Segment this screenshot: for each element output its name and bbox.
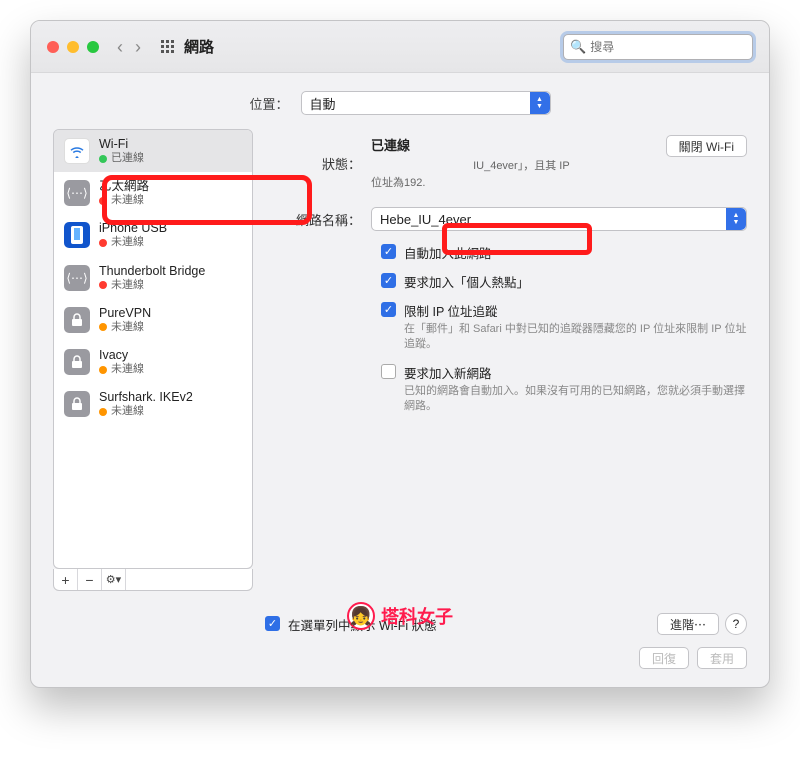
forward-button[interactable]: › xyxy=(135,38,141,56)
status-dot-icon xyxy=(99,281,107,289)
window-title: 網路 xyxy=(184,36,563,57)
lock-icon xyxy=(64,349,90,375)
service-name: 乙太網路 xyxy=(99,179,149,194)
network-name-select[interactable]: Hebe_IU_4ever ▲▼ xyxy=(371,207,747,231)
sidebar-item-purevpn[interactable]: PureVPN 未連線 xyxy=(54,299,252,341)
ask-new-desc: 已知的網路會自動加入。如果沒有可用的已知網路，您就必須手動選擇網路。 xyxy=(404,384,747,415)
limit-ip-label: 限制 IP 位址追蹤 xyxy=(404,301,747,320)
ask-new-checkbox[interactable] xyxy=(381,364,396,379)
zoom-window-button[interactable] xyxy=(87,41,99,53)
sidebar-item-thunderbolt[interactable]: ⟨⋯⟩ Thunderbolt Bridge 未連線 xyxy=(54,257,252,299)
location-select[interactable]: 自動 ▲▼ xyxy=(301,91,551,115)
sidebar-item-iphone-usb[interactable]: iPhone USB 未連線 xyxy=(54,214,252,256)
watermark-avatar-icon: 👧 xyxy=(347,602,375,630)
watermark-text: 塔科女子 xyxy=(381,603,453,629)
status-dot-icon xyxy=(99,155,107,163)
action-menu-button[interactable]: ⚙︎▾ xyxy=(102,569,126,590)
ip-address-text: 位址為192. xyxy=(371,177,425,189)
remove-service-button[interactable]: − xyxy=(78,569,102,590)
show-in-menubar-checkbox[interactable]: ✓ xyxy=(265,616,280,631)
service-status: 已連線 xyxy=(111,152,144,165)
location-value: 自動 xyxy=(310,94,336,113)
ask-new-label: 要求加入新網路 xyxy=(404,363,747,382)
lock-icon xyxy=(64,307,90,333)
service-name: iPhone USB xyxy=(99,221,167,236)
advanced-button[interactable]: 進階⋯ xyxy=(657,613,719,635)
service-status: 未連線 xyxy=(111,321,144,334)
thunderbolt-icon: ⟨⋯⟩ xyxy=(64,265,90,291)
network-name-label: 網路名稱： xyxy=(271,210,371,229)
service-status: 未連線 xyxy=(111,363,144,376)
network-name-value: Hebe_IU_4ever xyxy=(380,212,471,227)
service-status: 未連線 xyxy=(111,405,144,418)
help-button[interactable]: ? xyxy=(725,613,747,635)
sidebar-item-wifi[interactable]: Wi-Fi 已連線 xyxy=(54,130,252,172)
ask-hotspot-label: 要求加入「個人熱點」 xyxy=(404,272,747,291)
service-name: Surfshark. IKEv2 xyxy=(99,390,193,405)
service-status: 未連線 xyxy=(111,279,144,292)
status-dot-icon xyxy=(99,366,107,374)
lock-icon xyxy=(64,391,90,417)
search-input[interactable] xyxy=(590,40,746,54)
sidebar-item-ethernet[interactable]: ⟨⋯⟩ 乙太網路 未連線 xyxy=(54,172,252,214)
status-dot-icon xyxy=(99,197,107,205)
service-name: Thunderbolt Bridge xyxy=(99,264,205,279)
autojoin-label: 自動加入此網路 xyxy=(404,243,747,262)
location-row: 位置： 自動 ▲▼ xyxy=(31,73,769,129)
sidebar-item-surfshark[interactable]: Surfshark. IKEv2 未連線 xyxy=(54,383,252,425)
back-button[interactable]: ‹ xyxy=(117,38,123,56)
service-name: PureVPN xyxy=(99,306,151,321)
service-name: Wi-Fi xyxy=(99,137,144,152)
search-field[interactable]: 🔍 xyxy=(563,34,753,60)
ask-hotspot-checkbox[interactable]: ✓ xyxy=(381,273,396,288)
sidebar-item-ivacy[interactable]: Ivacy 未連線 xyxy=(54,341,252,383)
iphone-icon xyxy=(64,222,90,248)
limit-ip-checkbox[interactable]: ✓ xyxy=(381,302,396,317)
show-all-icon[interactable] xyxy=(161,40,174,53)
autojoin-checkbox[interactable]: ✓ xyxy=(381,244,396,259)
apply-button[interactable]: 套用 xyxy=(697,647,747,669)
close-window-button[interactable] xyxy=(47,41,59,53)
status-dot-icon xyxy=(99,323,107,331)
service-list: Wi-Fi 已連線 ⟨⋯⟩ 乙太網路 未連線 iPhone USB 未連線 xyxy=(53,129,253,569)
status-desc: Wi-Fi已連接「Hebe_IU_4ever」，且其 IP 位址為192. xyxy=(371,158,666,191)
watermark: 👧 塔科女子 xyxy=(347,602,453,630)
select-arrows-icon: ▲▼ xyxy=(726,208,746,230)
nav-buttons: ‹ › xyxy=(117,38,141,56)
ethernet-icon: ⟨⋯⟩ xyxy=(64,180,90,206)
location-label: 位置： xyxy=(249,94,288,113)
window-controls xyxy=(47,41,99,53)
select-arrows-icon: ▲▼ xyxy=(530,92,550,114)
list-footer: + − ⚙︎▾ xyxy=(53,569,253,591)
titlebar: ‹ › 網路 🔍 xyxy=(31,21,769,73)
revert-button[interactable]: 回復 xyxy=(639,647,689,669)
service-name: Ivacy xyxy=(99,348,144,363)
sidebar: Wi-Fi 已連線 ⟨⋯⟩ 乙太網路 未連線 iPhone USB 未連線 xyxy=(53,129,253,591)
add-service-button[interactable]: + xyxy=(54,569,78,590)
service-status: 未連線 xyxy=(111,236,144,249)
detail-panel: 狀態： 已連線 Wi-Fi已連接「Hebe_IU_4ever」，且其 IP 位址… xyxy=(271,129,747,591)
turn-off-wifi-button[interactable]: 關閉 Wi-Fi xyxy=(666,135,747,157)
search-icon: 🔍 xyxy=(570,39,586,55)
minimize-window-button[interactable] xyxy=(67,41,79,53)
status-label: 狀態： xyxy=(271,154,371,173)
network-prefs-window: ‹ › 網路 🔍 位置： 自動 ▲▼ Wi-Fi xyxy=(30,20,770,688)
status-dot-icon xyxy=(99,408,107,416)
service-status: 未連線 xyxy=(111,194,144,207)
limit-ip-desc: 在「郵件」和 Safari 中對已知的追蹤器隱藏您的 IP 位址來限制 IP 位… xyxy=(404,322,747,353)
wifi-icon xyxy=(64,138,90,164)
status-value: 已連線 xyxy=(371,138,410,153)
apply-row: 回復 套用 xyxy=(31,641,769,687)
status-dot-icon xyxy=(99,239,107,247)
